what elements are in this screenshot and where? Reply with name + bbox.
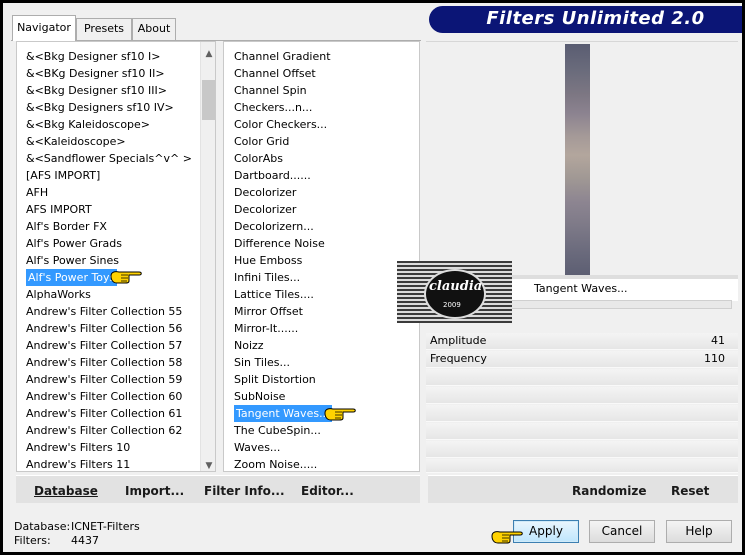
pointing-hand-icon: [324, 408, 356, 421]
filter-list-item[interactable]: Difference Noise: [234, 235, 325, 252]
category-list-item[interactable]: AFS IMPORT: [26, 201, 92, 218]
filter-list-item[interactable]: Decolorizer: [234, 184, 296, 201]
filter-list-item[interactable]: Decolorizer: [234, 201, 296, 218]
randomize-button[interactable]: Randomize: [572, 484, 646, 498]
param-amplitude-label: Amplitude: [430, 334, 487, 347]
filters-unlimited-window: Filters Unlimited 2.0 Navigator Presets …: [3, 3, 742, 552]
category-list-item[interactable]: Andrew's Filter Collection 62: [26, 422, 182, 439]
pointing-hand-icon: [491, 531, 523, 544]
filter-name: Tangent Waves...: [534, 282, 628, 295]
filter-list-item[interactable]: Hue Emboss: [234, 252, 302, 269]
preview-image: [565, 44, 590, 276]
category-list-item[interactable]: Andrew's Filter Collection 58: [26, 354, 182, 371]
tab-presets[interactable]: Presets: [76, 18, 132, 40]
status-database-value: ICNET-Filters: [71, 520, 140, 533]
category-list[interactable]: &<Bkg Designer sf10 I> &<BKg Designer sf1…: [16, 41, 216, 472]
scroll-down-icon[interactable]: ▼: [201, 458, 215, 471]
param-row-bg: [426, 423, 738, 440]
param-frequency-label: Frequency: [430, 352, 487, 365]
filter-list-item[interactable]: Sin Tiles...: [234, 354, 290, 371]
category-list-item[interactable]: Andrew's Filters 11: [26, 456, 130, 471]
filter-info-button[interactable]: Filter Info...: [204, 484, 285, 498]
filter-list-item[interactable]: Waves...: [234, 439, 280, 456]
filter-list-item[interactable]: Channel Spin: [234, 82, 307, 99]
filter-list-item[interactable]: Channel Offset: [234, 65, 316, 82]
category-list-item[interactable]: &<Kaleidoscope>: [26, 133, 126, 150]
help-button[interactable]: Help: [666, 520, 732, 543]
tab-navigator[interactable]: Navigator: [12, 15, 76, 41]
category-list-item[interactable]: AlphaWorks: [26, 286, 91, 303]
tab-about[interactable]: About: [132, 18, 176, 40]
filter-list-item[interactable]: Zoom Noise.....: [234, 456, 317, 471]
filter-list-item[interactable]: Channel Gradient: [234, 48, 331, 65]
import-button[interactable]: Import...: [125, 484, 184, 498]
param-frequency-value[interactable]: 110: [704, 352, 725, 365]
category-list-item[interactable]: [AFS IMPORT]: [26, 167, 100, 184]
filter-list-item[interactable]: Decolorizern...: [234, 218, 314, 235]
editor-button[interactable]: Editor...: [301, 484, 354, 498]
filter-list-item[interactable]: Split Distortion: [234, 371, 316, 388]
param-row-bg: [426, 441, 738, 458]
category-list-item[interactable]: Alf's Power Toys: [26, 269, 118, 286]
category-list-item[interactable]: &<Bkg Designer sf10 III>: [26, 82, 167, 99]
category-list-item[interactable]: &<Bkg Designer sf10 I>: [26, 48, 161, 65]
filter-list-item[interactable]: Color Checkers...: [234, 116, 327, 133]
category-list-item[interactable]: Andrew's Filters 10: [26, 439, 130, 456]
param-row-bg: [426, 369, 738, 386]
category-list-item[interactable]: Andrew's Filter Collection 61: [26, 405, 182, 422]
filter-list[interactable]: Channel Gradient Channel Offset Channel Sp…: [223, 41, 420, 472]
category-list-item[interactable]: Andrew's Filter Collection 60: [26, 388, 182, 405]
category-list-item[interactable]: &<BKg Designer sf10 II>: [26, 65, 165, 82]
filter-list-item[interactable]: SubNoise: [234, 388, 285, 405]
filter-list-item[interactable]: Color Grid: [234, 133, 289, 150]
database-button-label: Database: [34, 484, 98, 498]
param-row-bg: [426, 459, 738, 473]
category-list-item[interactable]: Alf's Power Grads: [26, 235, 122, 252]
status-database-label: Database:: [14, 520, 71, 533]
filter-list-item[interactable]: Mirror Offset: [234, 303, 303, 320]
watermark-badge: [424, 269, 486, 319]
filter-list-item[interactable]: Infini Tiles...: [234, 269, 300, 286]
category-list-item[interactable]: &<Sandflower Specials^v^ >: [26, 150, 192, 167]
category-list-item[interactable]: Andrew's Filter Collection 59: [26, 371, 182, 388]
filter-list-item[interactable]: Dartboard......: [234, 167, 311, 184]
category-list-item[interactable]: Andrew's Filter Collection 57: [26, 337, 182, 354]
filter-list-item[interactable]: Checkers...n...: [234, 99, 312, 116]
category-list-item[interactable]: Andrew's Filter Collection 55: [26, 303, 182, 320]
window-title: Filters Unlimited 2.0: [486, 8, 705, 29]
cancel-button[interactable]: Cancel: [589, 520, 655, 543]
filter-name-underbar: [508, 300, 732, 309]
filter-list-item[interactable]: Tangent Waves...: [234, 405, 332, 422]
status-filters-value: 4437: [71, 534, 99, 547]
filter-list-item[interactable]: Mirror-It......: [234, 320, 298, 337]
filter-list-item[interactable]: The CubeSpin...: [234, 422, 321, 439]
status-filters-label: Filters:: [14, 534, 51, 547]
category-list-item[interactable]: Andrew's Filter Collection 56: [26, 320, 182, 337]
category-scrollbar[interactable]: ▲ ▼: [200, 42, 215, 471]
param-amplitude-value[interactable]: 41: [711, 334, 725, 347]
filter-list-item[interactable]: Noizz: [234, 337, 264, 354]
category-list-item[interactable]: &<Bkg Kaleidoscope>: [26, 116, 150, 133]
filter-list-item[interactable]: ColorAbs: [234, 150, 283, 167]
watermark-subtext: 2009: [443, 301, 461, 309]
category-list-item[interactable]: Alf's Border FX: [26, 218, 107, 235]
reset-button[interactable]: Reset: [671, 484, 709, 498]
watermark-text: claudia: [429, 279, 483, 294]
param-row-bg: [426, 387, 738, 404]
category-list-item[interactable]: AFH: [26, 184, 48, 201]
scrollbar-thumb[interactable]: [202, 80, 215, 120]
scroll-up-icon[interactable]: ▲: [201, 46, 215, 63]
filter-list-item[interactable]: Lattice Tiles....: [234, 286, 314, 303]
pointing-hand-icon: [110, 271, 142, 284]
param-row-bg: [426, 405, 738, 422]
database-button[interactable]: Database: [34, 484, 98, 498]
category-list-item[interactable]: Alf's Power Sines: [26, 252, 119, 269]
category-list-item[interactable]: &<Bkg Designers sf10 IV>: [26, 99, 174, 116]
